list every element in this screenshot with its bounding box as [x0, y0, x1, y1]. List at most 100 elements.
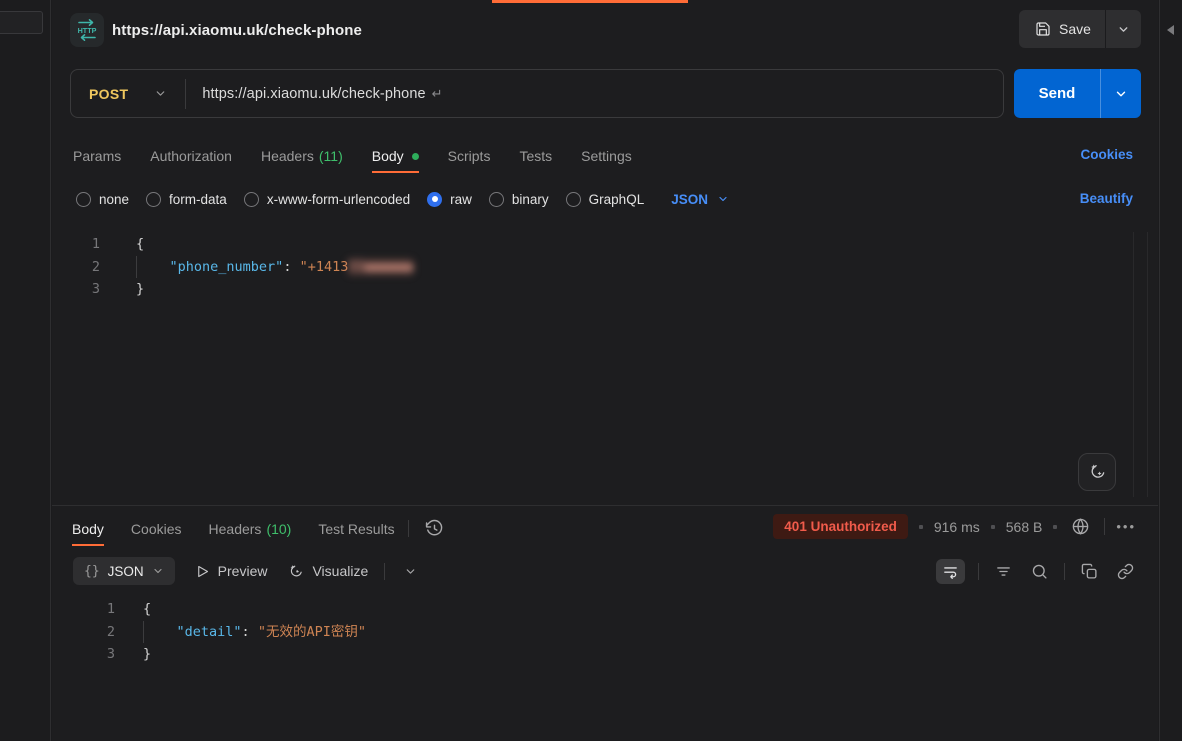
copy-response-button[interactable] [1078, 560, 1101, 583]
json-value: "无效的API密钥" [258, 624, 366, 640]
wrap-lines-button[interactable] [936, 559, 965, 584]
radio-graphql[interactable]: GraphQL [566, 192, 645, 207]
send-split-button: Send [1014, 69, 1141, 118]
braces-icon: {} [84, 564, 100, 579]
radio-raw[interactable]: raw [427, 192, 472, 207]
response-history-button[interactable] [422, 516, 447, 541]
search-button[interactable] [1028, 560, 1051, 583]
preview-button[interactable]: Preview [195, 563, 268, 579]
radio-circle [244, 192, 259, 207]
tab-label: Body [372, 148, 404, 164]
request-url-bar: POST https://api.xiaomu.uk/check-phone↵ [70, 69, 1004, 118]
tab-tests[interactable]: Tests [519, 139, 552, 173]
send-options-button[interactable] [1101, 69, 1141, 118]
code-line: 2 "detail": "无效的API密钥" [52, 621, 1092, 644]
save-button[interactable]: Save [1019, 10, 1105, 48]
url-input[interactable]: https://api.xiaomu.uk/check-phone↵ [186, 86, 442, 102]
response-tab-extras [408, 516, 447, 541]
json-key: "phone_number" [170, 259, 284, 275]
method-label: POST [89, 86, 128, 102]
radio-circle [146, 192, 161, 207]
request-body-editor[interactable]: 1 { 2 "phone_number": "+141355●●●●●● 3 } [52, 233, 1092, 301]
play-icon [195, 564, 210, 579]
radio-label: form-data [169, 192, 227, 207]
chevron-down-icon [152, 565, 164, 577]
radio-none[interactable]: none [76, 192, 129, 207]
response-panel: Body Cookies Headers(10) Test Results 40… [52, 505, 1158, 741]
sidebar-collapsed-item[interactable] [0, 11, 43, 34]
meta-separator-dot [991, 525, 995, 529]
radio-circle [566, 192, 581, 207]
network-info-button[interactable] [1068, 514, 1093, 539]
chevron-down-icon [404, 565, 417, 578]
response-action-icons [936, 559, 1137, 584]
raw-language-dropdown[interactable]: JSON [671, 192, 729, 207]
response-tab-cookies[interactable]: Cookies [131, 512, 182, 546]
active-request-tab-indicator [492, 0, 688, 3]
response-size: 568 B [1006, 519, 1043, 535]
more-options-button[interactable]: ••• [1116, 519, 1136, 534]
response-body-editor[interactable]: 1 { 2 "detail": "无效的API密钥" 3 } [52, 598, 1092, 666]
code-line: 3 } [52, 643, 1092, 666]
toolbar-more-dropdown[interactable] [401, 562, 420, 581]
right-sidebar-rail [1159, 0, 1182, 741]
tab-label: Scripts [448, 148, 491, 164]
visualize-button[interactable]: Visualize [287, 563, 368, 580]
editor-scrollbar-track[interactable] [1133, 232, 1148, 497]
tab-label: Settings [581, 148, 632, 164]
url-text: https://api.xiaomu.uk/check-phone [202, 86, 425, 102]
meta-separator-dot [1053, 525, 1057, 529]
chevron-down-icon [154, 87, 167, 100]
response-format-dropdown[interactable]: {} JSON [73, 557, 175, 585]
postbot-assistant-button[interactable] [1078, 453, 1116, 491]
response-tab-body[interactable]: Body [72, 512, 104, 546]
tab-settings[interactable]: Settings [581, 139, 632, 173]
code-token: } [143, 646, 151, 662]
radio-binary[interactable]: binary [489, 192, 549, 207]
response-toolbar: {} JSON Preview [73, 557, 420, 585]
headers-count-badge: (11) [319, 148, 343, 164]
indent [137, 259, 170, 275]
tab-scripts[interactable]: Scripts [448, 139, 491, 173]
history-clock-icon [425, 519, 444, 538]
response-tab-test-results[interactable]: Test Results [318, 512, 394, 546]
divider [1064, 563, 1065, 580]
tab-headers[interactable]: Headers (11) [261, 139, 343, 173]
tab-params[interactable]: Params [73, 139, 121, 173]
headers-count-badge: (10) [266, 521, 291, 537]
collapse-panel-arrow-icon[interactable] [1167, 25, 1174, 35]
save-icon [1035, 21, 1051, 37]
line-number: 2 [52, 256, 100, 279]
method-selector[interactable]: POST [71, 70, 185, 117]
json-key: "detail" [177, 624, 242, 640]
response-tab-bar: Body Cookies Headers(10) Test Results [72, 512, 395, 546]
visualize-label: Visualize [312, 563, 368, 579]
redacted-phone-value: 55●●●●●● [348, 259, 413, 275]
radio-x-www-form-urlencoded[interactable]: x-www-form-urlencoded [244, 192, 410, 207]
radio-label: GraphQL [589, 192, 645, 207]
language-label: JSON [671, 192, 708, 207]
code-token: { [136, 236, 144, 252]
tab-label: Tests [519, 148, 552, 164]
code-line: 1 { [52, 233, 1092, 256]
radio-form-data[interactable]: form-data [146, 192, 227, 207]
share-link-button[interactable] [1114, 560, 1137, 583]
filter-icon [995, 563, 1012, 580]
code-token: : [242, 624, 258, 640]
filter-button[interactable] [992, 560, 1015, 583]
line-number: 3 [52, 643, 115, 666]
tab-label: Headers [261, 148, 314, 164]
tab-body[interactable]: Body [372, 139, 419, 173]
tab-authorization[interactable]: Authorization [150, 139, 232, 173]
divider [1104, 518, 1105, 535]
format-label: JSON [108, 564, 144, 579]
save-options-button[interactable] [1106, 10, 1141, 48]
cookies-link[interactable]: Cookies [1080, 147, 1133, 162]
beautify-link[interactable]: Beautify [1080, 191, 1133, 206]
status-badge[interactable]: 401 Unauthorized [773, 514, 908, 539]
response-meta: 401 Unauthorized 916 ms 568 B ••• [773, 514, 1136, 539]
send-button-label: Send [1039, 85, 1076, 102]
copy-icon [1081, 563, 1098, 580]
response-tab-headers[interactable]: Headers(10) [209, 512, 292, 546]
send-button[interactable]: Send [1014, 69, 1100, 118]
